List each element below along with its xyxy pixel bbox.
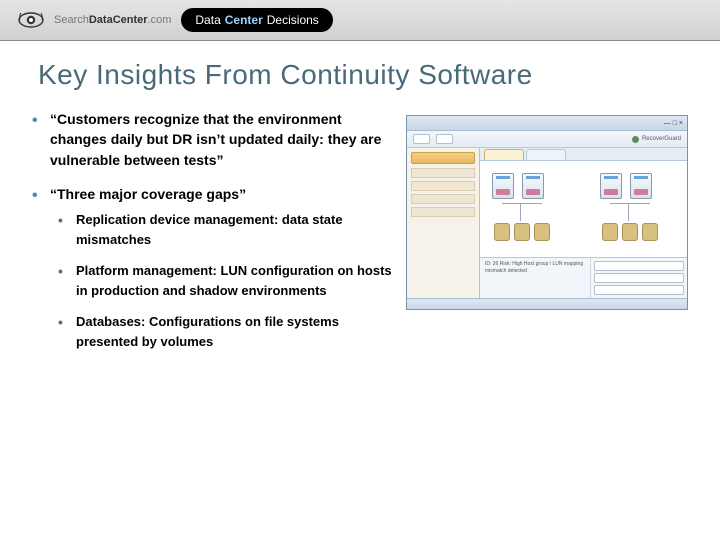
- info-button: [594, 261, 684, 271]
- info-button: [594, 273, 684, 283]
- sidebar-header: [411, 152, 475, 164]
- decisions-pill: Data Center Decisions: [181, 8, 332, 32]
- bullet-2-text: “Three major coverage gaps”: [50, 186, 246, 202]
- connector-line: [628, 203, 629, 221]
- sidebar-item: [411, 207, 475, 217]
- sub-bullet-1: Replication device management: data stat…: [50, 210, 392, 249]
- info-button: [594, 285, 684, 295]
- toolbar-button: [413, 134, 430, 144]
- sidebar-item: [411, 194, 475, 204]
- connector-line: [610, 203, 650, 204]
- tab-active: [484, 149, 524, 160]
- bullet-1: “Customers recognize that the environmen…: [32, 109, 392, 170]
- slide-title: Key Insights From Continuity Software: [38, 59, 688, 91]
- app-main: ID: 26 Risk: High Host group / LUN mappi…: [480, 148, 687, 298]
- tab-inactive: [526, 149, 566, 160]
- storage-icon: [494, 223, 510, 241]
- bullet-1-text: “Customers recognize that the environmen…: [50, 111, 381, 168]
- app-titlebar: — □ ×: [407, 116, 687, 131]
- server-icon: [600, 173, 622, 199]
- connector-line: [502, 203, 542, 204]
- app-toolbar: RecoverGuard: [407, 131, 687, 148]
- product-badge: RecoverGuard: [632, 136, 681, 143]
- storage-icon: [514, 223, 530, 241]
- server-icon: [630, 173, 652, 199]
- storage-icon: [642, 223, 658, 241]
- sidebar-item: [411, 168, 475, 178]
- sub-bullet-3: Databases: Configurations on file system…: [50, 312, 392, 351]
- shield-icon: [632, 136, 639, 143]
- storage-icon: [534, 223, 550, 241]
- brand-main: DataCenter: [89, 14, 148, 26]
- tab-strip: [480, 148, 687, 161]
- embedded-screenshot: — □ × RecoverGuard: [406, 115, 688, 310]
- app-body: ID: 26 Risk: High Host group / LUN mappi…: [407, 148, 687, 298]
- brand-prefix: Search: [54, 14, 89, 26]
- sub-bullet-list: Replication device management: data stat…: [50, 210, 392, 351]
- window-controls: — □ ×: [664, 120, 683, 127]
- info-actions: [590, 258, 687, 298]
- app-statusbar: [407, 298, 687, 309]
- brand-text: SearchDataCenter.com: [54, 14, 171, 26]
- server-icon: [492, 173, 514, 199]
- bullet-list: “Customers recognize that the environmen…: [32, 109, 392, 351]
- pill-word-2: Center: [225, 13, 263, 27]
- slide-body: Key Insights From Continuity Software “C…: [0, 41, 720, 365]
- product-name: RecoverGuard: [642, 136, 681, 142]
- storage-icon: [602, 223, 618, 241]
- eye-icon: [18, 11, 44, 29]
- header-bar: SearchDataCenter.com Data Center Decisio…: [0, 0, 720, 41]
- app-window: — □ × RecoverGuard: [406, 115, 688, 310]
- window-title: [411, 120, 413, 127]
- sub-bullet-2: Platform management: LUN configuration o…: [50, 261, 392, 300]
- sidebar-item: [411, 181, 475, 191]
- pill-word-1: Data: [195, 13, 220, 27]
- connector-line: [520, 203, 521, 221]
- server-icon: [522, 173, 544, 199]
- text-column: “Customers recognize that the environmen…: [32, 109, 392, 365]
- bullet-2: “Three major coverage gaps” Replication …: [32, 184, 392, 351]
- info-text: ID: 26 Risk: High Host group / LUN mappi…: [480, 258, 590, 298]
- toolbar-button: [436, 134, 453, 144]
- brand-suffix: .com: [148, 14, 172, 26]
- pill-word-3: Decisions: [267, 13, 319, 27]
- info-panel: ID: 26 Risk: High Host group / LUN mappi…: [480, 257, 687, 298]
- topology-canvas: [480, 161, 687, 257]
- body-row: “Customers recognize that the environmen…: [32, 109, 688, 365]
- app-sidebar: [407, 148, 480, 298]
- storage-icon: [622, 223, 638, 241]
